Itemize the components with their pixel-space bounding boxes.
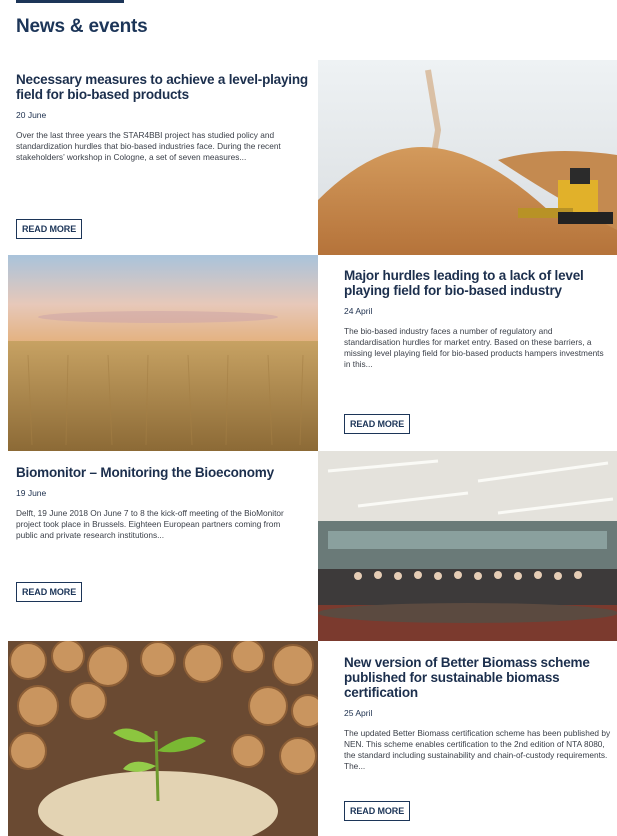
read-more-button[interactable]: READ MORE: [344, 801, 411, 821]
news-card-4: New version of Better Biomass scheme pub…: [344, 655, 616, 772]
section-title: News & events: [16, 16, 148, 37]
news-card-date: 25 April: [344, 708, 373, 718]
news-card-title[interactable]: Major hurdles leading to a lack of level…: [344, 268, 614, 298]
news-card-2: Major hurdles leading to a lack of level…: [344, 268, 614, 370]
news-card-excerpt: Over the last three years the STAR4BBI p…: [16, 130, 281, 162]
news-card-1: Necessary measures to achieve a level-pl…: [16, 72, 316, 163]
wood-logs-pellets-image[interactable]: [8, 641, 318, 836]
wheat-field-image[interactable]: [8, 255, 318, 451]
read-more-button[interactable]: READ MORE: [344, 414, 411, 434]
news-card-3: Biomonitor – Monitoring the Bioeconomy 1…: [16, 465, 316, 541]
meeting-group-photo[interactable]: [318, 451, 617, 641]
news-card-title[interactable]: Necessary measures to achieve a level-pl…: [16, 72, 316, 102]
news-card-excerpt: Delft, 19 June 2018 On June 7 to 8 the k…: [16, 508, 284, 540]
sawdust-pile-image[interactable]: [318, 60, 617, 255]
news-card-date: 20 June: [16, 110, 47, 120]
news-card-date: 24 April: [344, 306, 373, 316]
news-card-title[interactable]: Biomonitor – Monitoring the Bioeconomy: [16, 465, 316, 480]
news-card-excerpt: The updated Better Biomass certification…: [344, 728, 611, 771]
news-card-date: 19 June: [16, 488, 47, 498]
news-card-title[interactable]: New version of Better Biomass scheme pub…: [344, 655, 616, 700]
section-title-rule: [16, 0, 124, 3]
read-more-button[interactable]: READ MORE: [16, 582, 83, 602]
news-card-excerpt: The bio-based industry faces a number of…: [344, 326, 604, 369]
read-more-button[interactable]: READ MORE: [16, 219, 83, 239]
